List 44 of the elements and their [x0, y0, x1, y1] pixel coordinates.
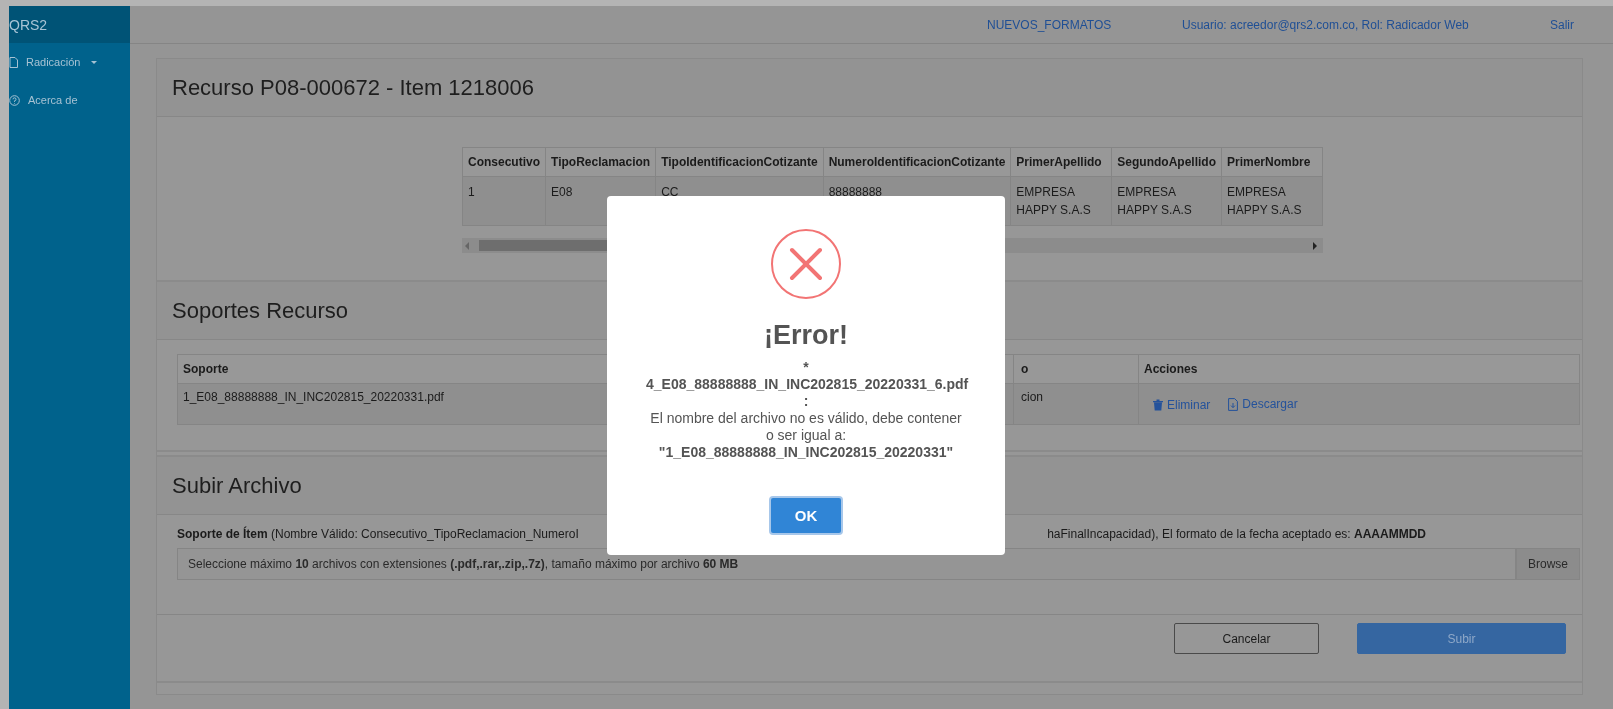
column-header: TipoReclamacion: [545, 147, 656, 177]
brand-title: QRS2: [9, 6, 130, 43]
column-header: Soporte: [177, 354, 608, 384]
sidebar-item[interactable]: Radicación: [9, 43, 130, 81]
dialog-title: ¡Error!: [764, 320, 848, 351]
column-header: Consecutivo: [462, 147, 546, 177]
table-cell: 1: [462, 176, 546, 226]
table-cell: 1_E08_88888888_IN_INC202815_20220331.pdf: [177, 383, 608, 425]
action-link[interactable]: Descargar: [1228, 397, 1298, 411]
instruction-text: haFinalIncapacidad), El formato de la fecha aceptado es: AAAAMMDD: [1047, 527, 1426, 541]
table-cell: cion: [1013, 383, 1139, 425]
column-header: SegundoApellido: [1111, 147, 1222, 177]
cancel-button[interactable]: Cancelar: [1174, 623, 1319, 654]
table-cell: EMPRESA HAPPY S.A.S: [1010, 176, 1112, 226]
file-download-icon: [1228, 397, 1239, 411]
panel-title: Subir Archivo: [172, 472, 302, 499]
nav-link[interactable]: NUEVOS_FORMATOS: [987, 17, 1182, 32]
question-circle-icon: [9, 94, 20, 106]
dialog-message-line: *: [803, 359, 809, 376]
column-header: TipoIdentificacionCotizante: [655, 147, 824, 177]
dialog-message-line: :: [803, 393, 809, 410]
submit-button[interactable]: Subir: [1357, 623, 1566, 654]
ok-button[interactable]: OK: [769, 496, 843, 535]
browse-button[interactable]: Browse: [1516, 548, 1580, 580]
instruction-text: Soporte de Ítem (Nombre Válido: Consecutivo_TipoReclamacion_NumeroI: [177, 527, 579, 541]
table-cell: EMPRESA HAPPY S.A.S: [1221, 176, 1323, 226]
dialog-message-line: "1_E08_88888888_IN_INC202815_20220331": [658, 444, 954, 461]
table-cell: EMPRESA HAPPY S.A.S: [1111, 176, 1222, 226]
nav-link[interactable]: Usuario: acreedor@qrs2.com.co, Rol: Radicador Web: [1182, 17, 1550, 32]
column-header: o: [1013, 354, 1139, 384]
column-header: NumeroIdentificacionCotizante: [823, 147, 1011, 177]
file-input-field[interactable]: Seleccione máximo 10 archivos con extensiones (.pdf,.rar,.zip,.7z), tamaño máximo por archivo 60 MB: [177, 548, 1516, 580]
dialog-message-line: El nombre del archivo no es válido, debe contener o ser igual a:: [649, 410, 963, 444]
panel-title: Soportes Recurso: [172, 297, 349, 324]
file-icon: [9, 56, 18, 68]
column-header: PrimerNombre: [1221, 147, 1323, 177]
error-x-circle-icon: [770, 228, 842, 300]
action-link[interactable]: Eliminar: [1153, 397, 1211, 412]
nav-link[interactable]: Salir: [1550, 17, 1580, 32]
trash-icon: [1153, 398, 1163, 411]
column-header: PrimerApellido: [1010, 147, 1112, 177]
column-header: Acciones: [1138, 354, 1580, 384]
panel-title: Recurso P08-000672 - Item 1218006: [172, 74, 534, 101]
sidebar-item[interactable]: Acerca de: [9, 81, 130, 119]
